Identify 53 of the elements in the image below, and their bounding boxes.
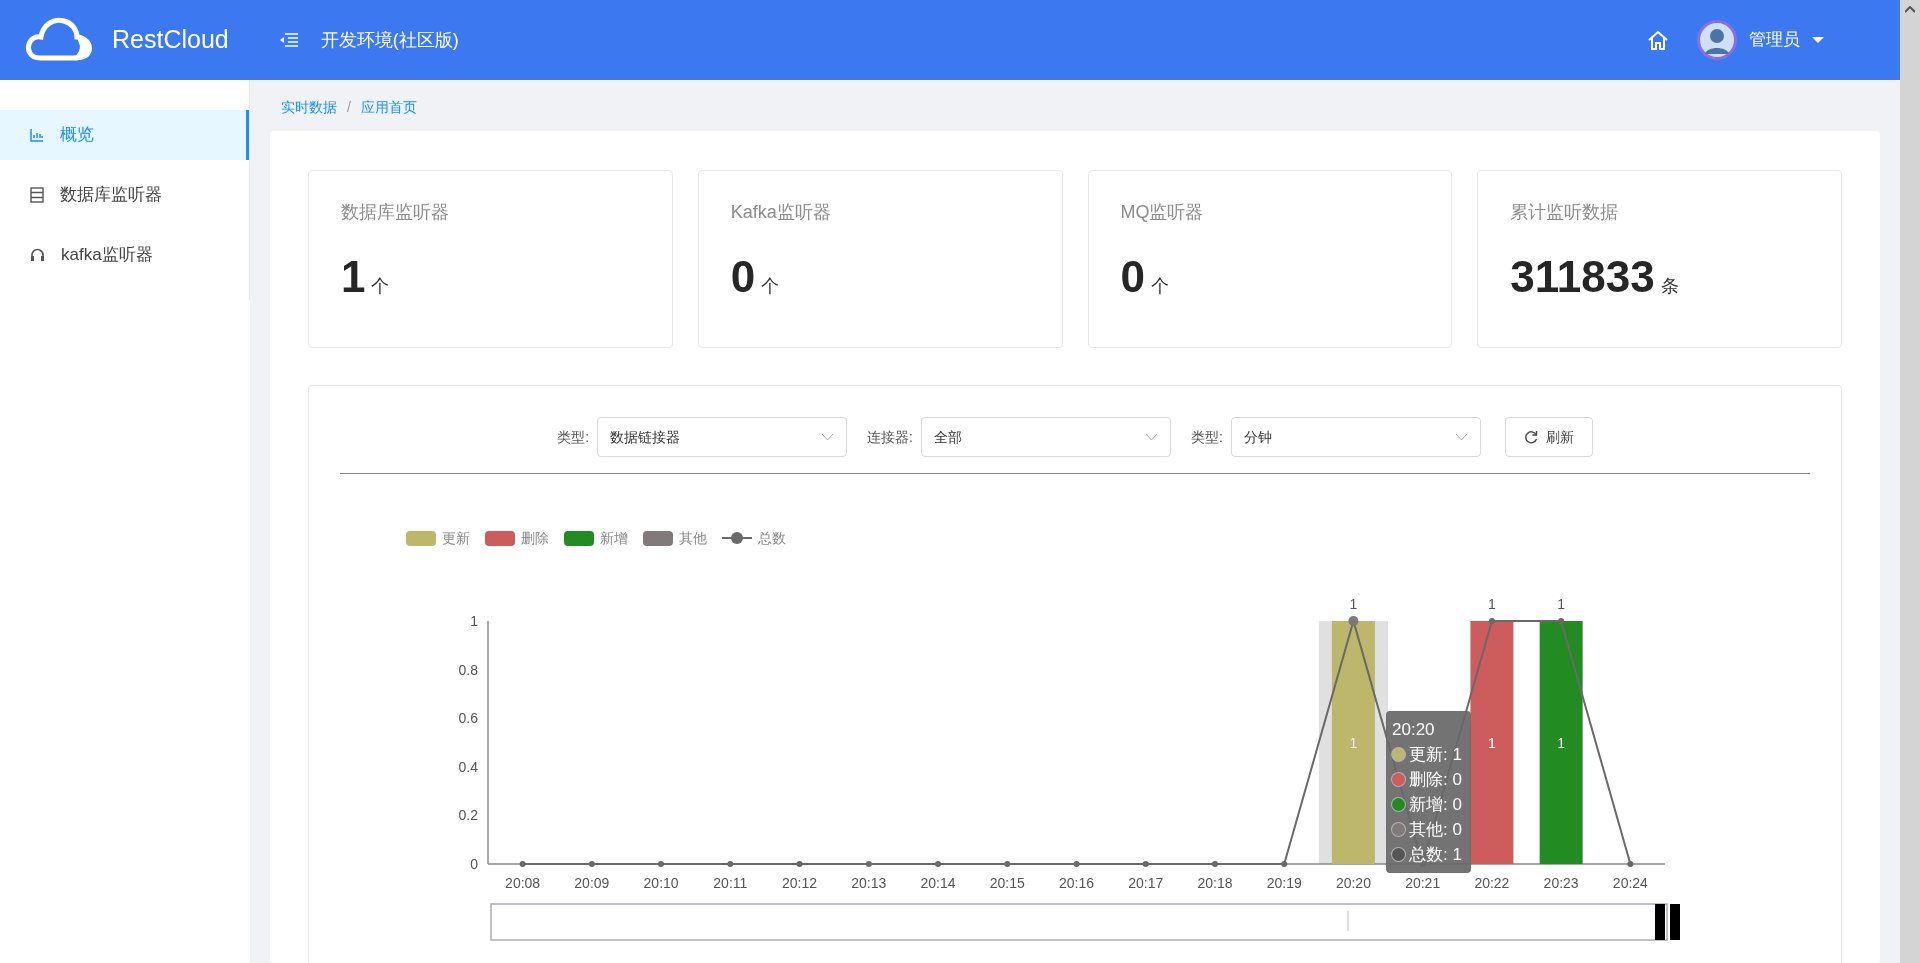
breadcrumb-separator: / bbox=[347, 99, 351, 115]
stat-unit: 个 bbox=[1151, 275, 1169, 298]
x-tick-label: 20:08 bbox=[505, 875, 541, 891]
line-value-label: 1 bbox=[1349, 596, 1358, 612]
stat-label: 数据库监听器 bbox=[341, 201, 449, 224]
y-tick-label: 0.4 bbox=[458, 758, 478, 775]
stat-label: MQ监听器 bbox=[1120, 201, 1204, 224]
stat-unit: 个 bbox=[371, 275, 390, 298]
x-tick-label: 20:16 bbox=[1059, 875, 1094, 891]
x-tick-label: 20:09 bbox=[574, 875, 610, 891]
bar-value-label: 1 bbox=[1488, 734, 1496, 751]
stat-value: 1 bbox=[341, 251, 366, 303]
x-tick-label: 20:15 bbox=[989, 875, 1025, 891]
tooltip-row-text: 删除: 0 bbox=[1409, 769, 1462, 791]
stat-label: 累计监听数据 bbox=[1510, 201, 1619, 224]
x-tick-label: 20:11 bbox=[713, 875, 748, 891]
x-tick-label: 20:23 bbox=[1543, 875, 1579, 891]
brand-name: RestCloud bbox=[112, 24, 229, 56]
stat-unit: 个 bbox=[761, 275, 780, 298]
bar-value-label: 1 bbox=[1557, 734, 1566, 751]
y-tick-label: 0.6 bbox=[458, 710, 478, 727]
filter-label: 类型: bbox=[557, 427, 590, 447]
stat-value: 311833 bbox=[1510, 251, 1655, 303]
y-tick-label: 0.2 bbox=[458, 807, 478, 824]
bar-value-label: 1 bbox=[1349, 734, 1358, 751]
x-tick-label: 20:14 bbox=[920, 875, 956, 891]
y-tick-label: 0.8 bbox=[458, 661, 478, 678]
tooltip-row-text: 新增: 0 bbox=[1409, 794, 1462, 816]
line-value-label: 1 bbox=[1557, 596, 1566, 612]
x-tick-label: 20:10 bbox=[643, 875, 679, 891]
x-tick-label: 20:18 bbox=[1197, 875, 1233, 891]
line-value-label: 1 bbox=[1488, 596, 1496, 612]
stat-value: 0 bbox=[730, 251, 756, 303]
x-tick-label: 20:20 bbox=[1335, 875, 1371, 891]
y-tick-label: 0 bbox=[470, 856, 478, 872]
tooltip-title: 20:20 bbox=[1392, 719, 1435, 741]
x-tick-label: 20:13 bbox=[851, 875, 887, 891]
x-tick-label: 20:24 bbox=[1612, 875, 1648, 891]
tooltip-row-text: 其他: 0 bbox=[1409, 819, 1462, 841]
stat-unit: 条 bbox=[1660, 275, 1679, 298]
x-tick-label: 20:21 bbox=[1405, 875, 1441, 891]
stat-value: 0 bbox=[1120, 251, 1145, 303]
x-tick-label: 20:22 bbox=[1474, 875, 1510, 891]
x-tick-label: 20:17 bbox=[1128, 875, 1164, 891]
tooltip-row-text: 更新: 1 bbox=[1409, 744, 1462, 766]
filter-label: 连接器: bbox=[867, 427, 913, 447]
environment-title: 开发环境(社区版) bbox=[320, 28, 459, 52]
filter-label: 类型: bbox=[1190, 427, 1223, 447]
stat-label: Kafka监听器 bbox=[730, 201, 831, 224]
y-tick-label: 1 bbox=[470, 613, 478, 629]
x-tick-label: 20:19 bbox=[1266, 875, 1302, 891]
tooltip-row-text: 总数: 1 bbox=[1409, 844, 1462, 866]
x-tick-label: 20:12 bbox=[782, 875, 818, 891]
